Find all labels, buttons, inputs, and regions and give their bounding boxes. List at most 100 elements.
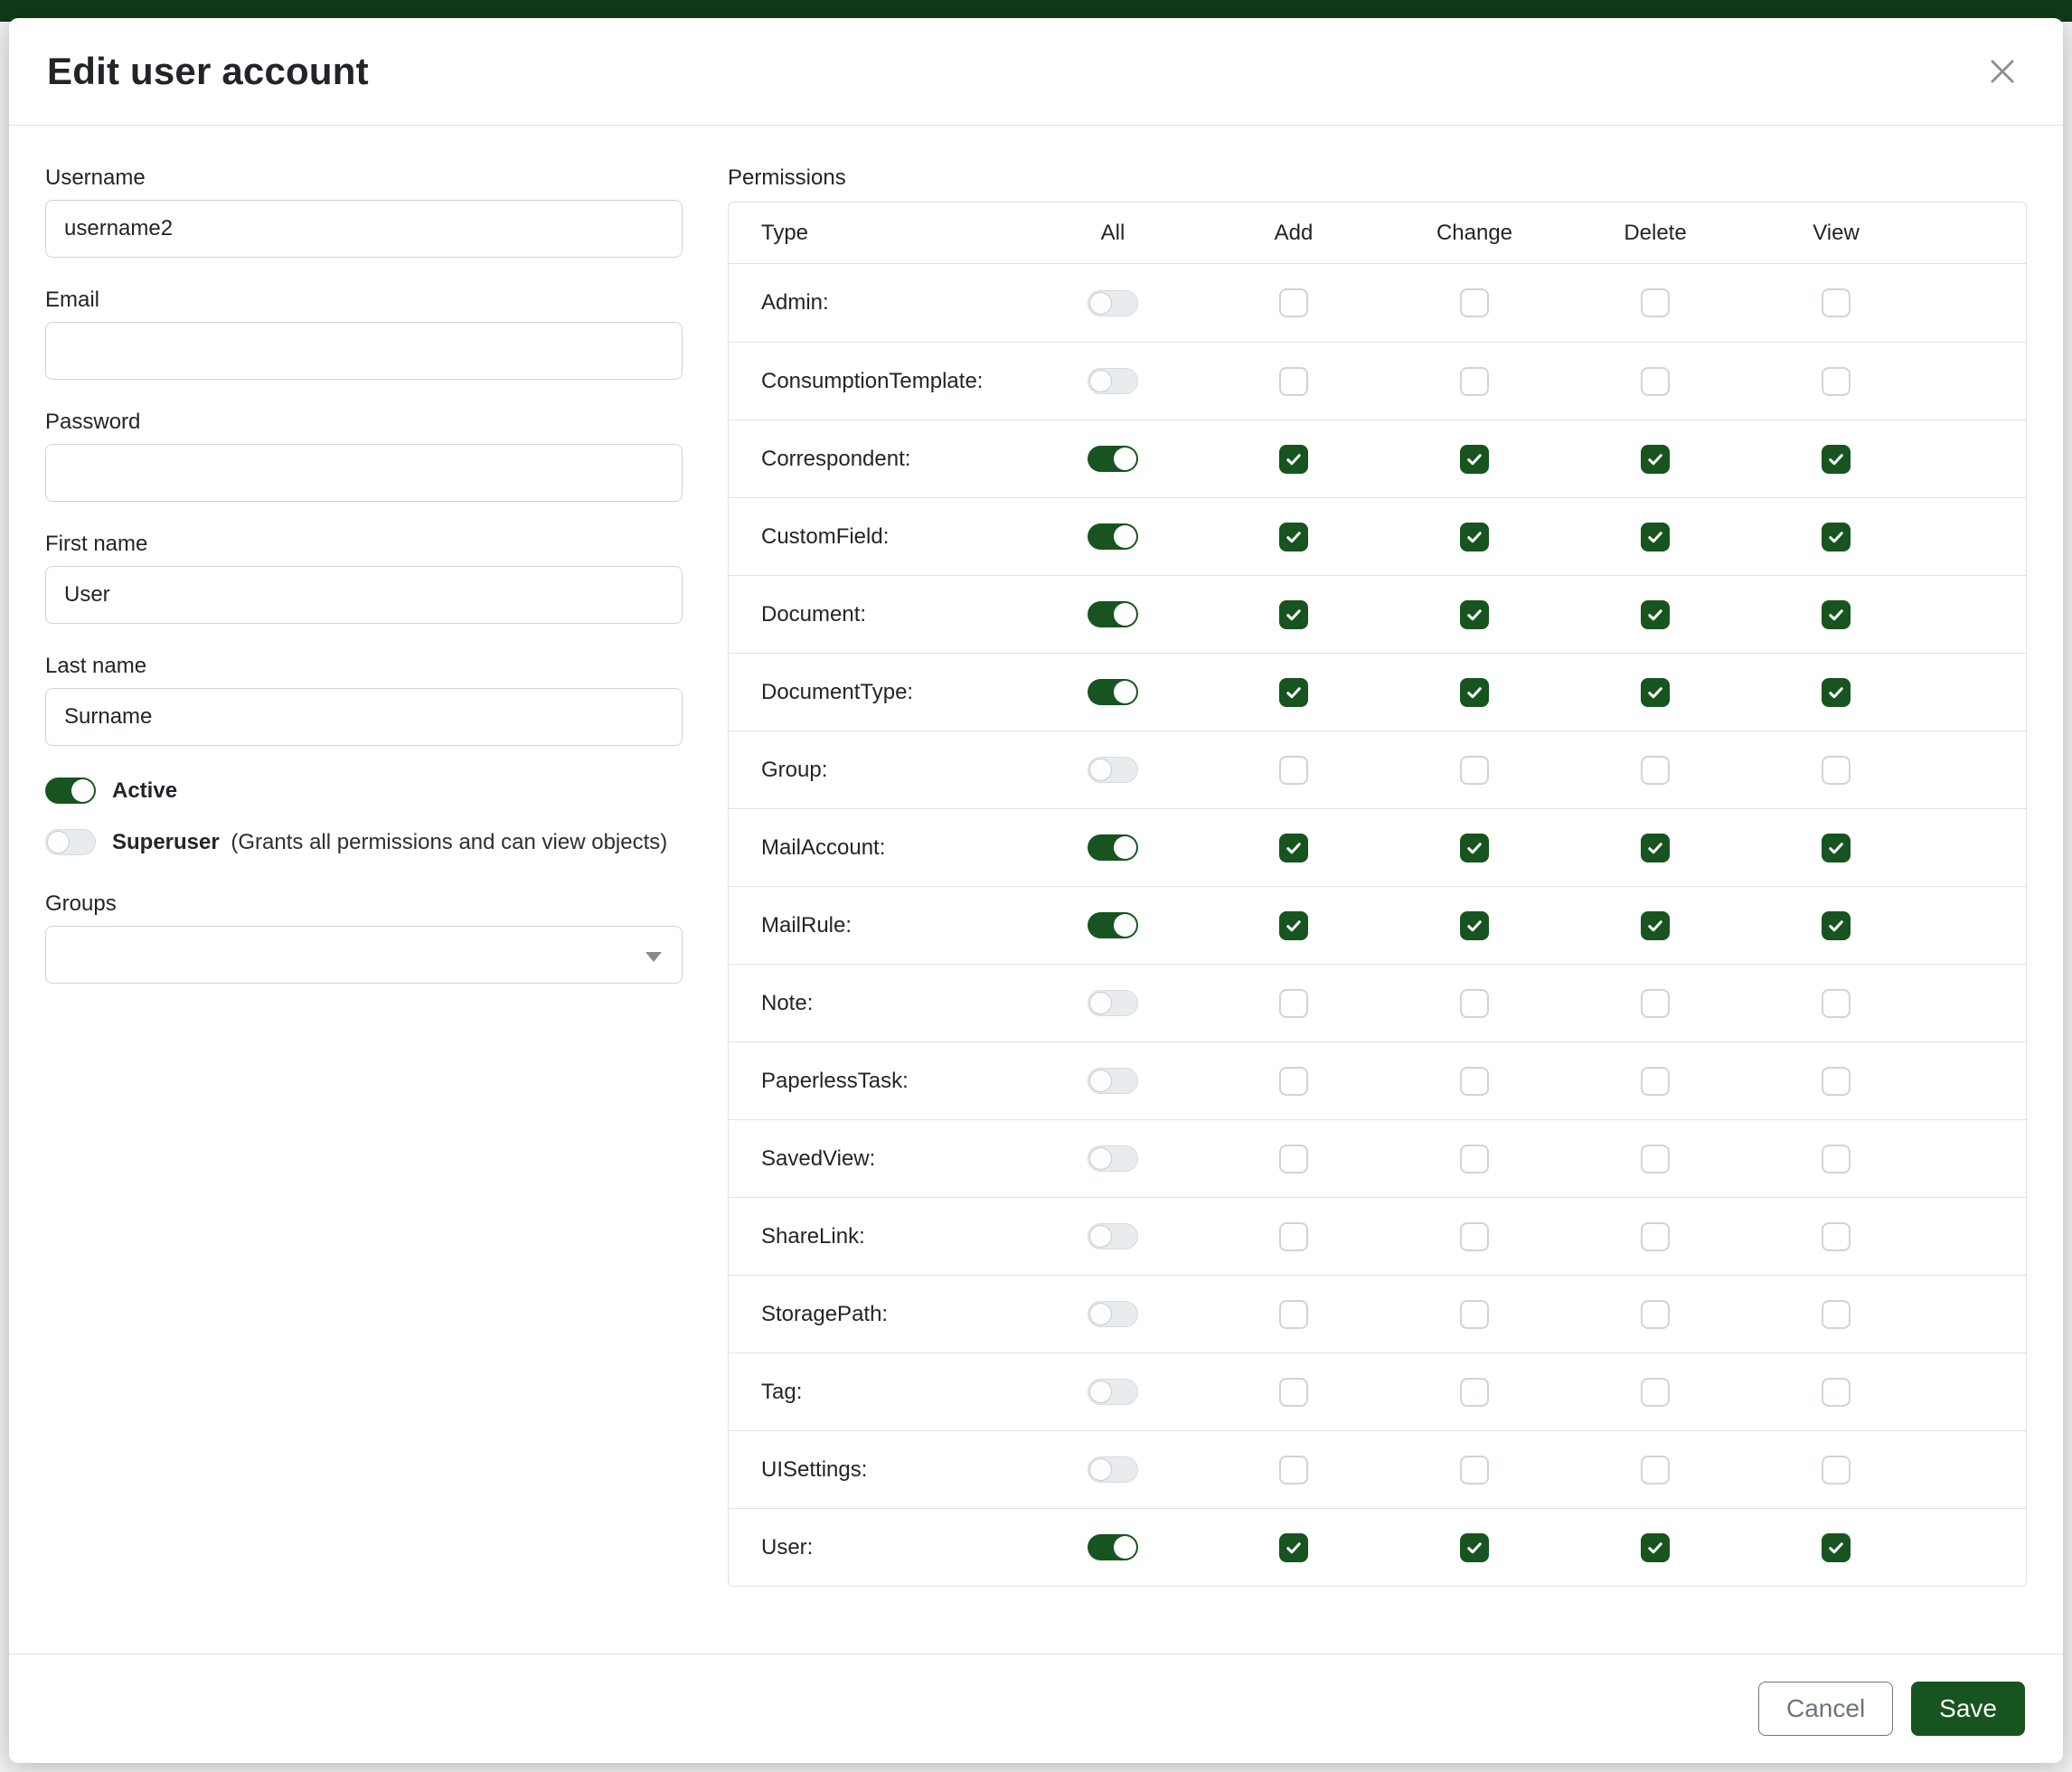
add-checkbox[interactable] bbox=[1279, 445, 1308, 474]
view-checkbox[interactable] bbox=[1822, 1456, 1851, 1485]
view-checkbox[interactable] bbox=[1822, 288, 1851, 317]
view-checkbox[interactable] bbox=[1822, 911, 1851, 940]
delete-checkbox[interactable] bbox=[1641, 1533, 1670, 1562]
dialog-body: Username Email Password First name Last … bbox=[9, 126, 2063, 1654]
change-checkbox[interactable] bbox=[1460, 1378, 1489, 1407]
change-checkbox[interactable] bbox=[1460, 600, 1489, 629]
add-checkbox[interactable] bbox=[1279, 678, 1308, 707]
view-checkbox[interactable] bbox=[1822, 834, 1851, 862]
add-checkbox[interactable] bbox=[1279, 523, 1308, 551]
change-checkbox[interactable] bbox=[1460, 756, 1489, 785]
superuser-label: Superuser bbox=[112, 830, 220, 854]
all-toggle[interactable] bbox=[1088, 990, 1138, 1016]
all-toggle[interactable] bbox=[1088, 1379, 1138, 1405]
view-checkbox[interactable] bbox=[1822, 1533, 1851, 1562]
delete-checkbox[interactable] bbox=[1641, 1067, 1670, 1096]
all-toggle[interactable] bbox=[1088, 368, 1138, 394]
view-checkbox[interactable] bbox=[1822, 756, 1851, 785]
add-checkbox[interactable] bbox=[1279, 1300, 1308, 1329]
groups-select[interactable] bbox=[45, 926, 683, 984]
delete-checkbox[interactable] bbox=[1641, 445, 1670, 474]
change-checkbox[interactable] bbox=[1460, 1222, 1489, 1251]
add-checkbox[interactable] bbox=[1279, 288, 1308, 317]
delete-checkbox[interactable] bbox=[1641, 1222, 1670, 1251]
all-toggle[interactable] bbox=[1088, 757, 1138, 783]
delete-checkbox[interactable] bbox=[1641, 1300, 1670, 1329]
change-checkbox[interactable] bbox=[1460, 911, 1489, 940]
add-checkbox[interactable] bbox=[1279, 1067, 1308, 1096]
view-checkbox[interactable] bbox=[1822, 1145, 1851, 1173]
all-toggle[interactable] bbox=[1088, 912, 1138, 938]
add-checkbox[interactable] bbox=[1279, 1222, 1308, 1251]
add-checkbox[interactable] bbox=[1279, 600, 1308, 629]
username-input[interactable] bbox=[45, 200, 683, 258]
add-checkbox[interactable] bbox=[1279, 756, 1308, 785]
change-checkbox[interactable] bbox=[1460, 1145, 1489, 1173]
password-input[interactable] bbox=[45, 444, 683, 502]
close-icon[interactable] bbox=[1980, 49, 2025, 94]
delete-checkbox[interactable] bbox=[1641, 1456, 1670, 1485]
add-checkbox[interactable] bbox=[1279, 989, 1308, 1018]
all-toggle[interactable] bbox=[1088, 1068, 1138, 1094]
change-checkbox[interactable] bbox=[1460, 834, 1489, 862]
delete-checkbox[interactable] bbox=[1641, 911, 1670, 940]
delete-checkbox[interactable] bbox=[1641, 834, 1670, 862]
delete-checkbox[interactable] bbox=[1641, 678, 1670, 707]
add-checkbox[interactable] bbox=[1279, 1533, 1308, 1562]
add-checkbox[interactable] bbox=[1279, 911, 1308, 940]
add-checkbox[interactable] bbox=[1279, 1456, 1308, 1485]
view-checkbox[interactable] bbox=[1822, 1222, 1851, 1251]
cancel-button[interactable]: Cancel bbox=[1758, 1682, 1893, 1736]
superuser-toggle[interactable] bbox=[45, 829, 96, 855]
add-checkbox[interactable] bbox=[1279, 1145, 1308, 1173]
delete-checkbox[interactable] bbox=[1641, 523, 1670, 551]
delete-checkbox[interactable] bbox=[1641, 600, 1670, 629]
change-checkbox[interactable] bbox=[1460, 678, 1489, 707]
save-button[interactable]: Save bbox=[1911, 1682, 2025, 1736]
view-checkbox[interactable] bbox=[1822, 445, 1851, 474]
view-checkbox[interactable] bbox=[1822, 600, 1851, 629]
first-name-input[interactable] bbox=[45, 566, 683, 624]
all-toggle[interactable] bbox=[1088, 601, 1138, 627]
view-checkbox[interactable] bbox=[1822, 989, 1851, 1018]
add-checkbox[interactable] bbox=[1279, 834, 1308, 862]
view-checkbox[interactable] bbox=[1822, 1300, 1851, 1329]
change-checkbox[interactable] bbox=[1460, 445, 1489, 474]
change-checkbox[interactable] bbox=[1460, 1067, 1489, 1096]
all-toggle[interactable] bbox=[1088, 523, 1138, 550]
active-toggle[interactable] bbox=[45, 778, 96, 804]
change-checkbox[interactable] bbox=[1460, 367, 1489, 396]
delete-checkbox[interactable] bbox=[1641, 1145, 1670, 1173]
all-toggle[interactable] bbox=[1088, 446, 1138, 472]
all-toggle[interactable] bbox=[1088, 1145, 1138, 1172]
delete-checkbox[interactable] bbox=[1641, 1378, 1670, 1407]
delete-checkbox[interactable] bbox=[1641, 756, 1670, 785]
change-checkbox[interactable] bbox=[1460, 989, 1489, 1018]
delete-checkbox[interactable] bbox=[1641, 367, 1670, 396]
view-checkbox[interactable] bbox=[1822, 1067, 1851, 1096]
all-toggle[interactable] bbox=[1088, 1223, 1138, 1249]
all-toggle[interactable] bbox=[1088, 834, 1138, 861]
change-checkbox[interactable] bbox=[1460, 288, 1489, 317]
last-name-input[interactable] bbox=[45, 688, 683, 746]
view-checkbox[interactable] bbox=[1822, 678, 1851, 707]
change-checkbox[interactable] bbox=[1460, 1300, 1489, 1329]
all-toggle[interactable] bbox=[1088, 679, 1138, 705]
all-toggle[interactable] bbox=[1088, 290, 1138, 316]
all-toggle[interactable] bbox=[1088, 1534, 1138, 1560]
all-toggle[interactable] bbox=[1088, 1301, 1138, 1327]
view-checkbox[interactable] bbox=[1822, 1378, 1851, 1407]
view-checkbox[interactable] bbox=[1822, 523, 1851, 551]
first-name-label: First name bbox=[45, 532, 683, 557]
perm-col-header-all: All bbox=[1022, 221, 1203, 246]
change-checkbox[interactable] bbox=[1460, 1456, 1489, 1485]
delete-checkbox[interactable] bbox=[1641, 288, 1670, 317]
change-checkbox[interactable] bbox=[1460, 1533, 1489, 1562]
add-checkbox[interactable] bbox=[1279, 1378, 1308, 1407]
add-checkbox[interactable] bbox=[1279, 367, 1308, 396]
all-toggle[interactable] bbox=[1088, 1456, 1138, 1483]
view-checkbox[interactable] bbox=[1822, 367, 1851, 396]
delete-checkbox[interactable] bbox=[1641, 989, 1670, 1018]
email-input[interactable] bbox=[45, 322, 683, 380]
change-checkbox[interactable] bbox=[1460, 523, 1489, 551]
